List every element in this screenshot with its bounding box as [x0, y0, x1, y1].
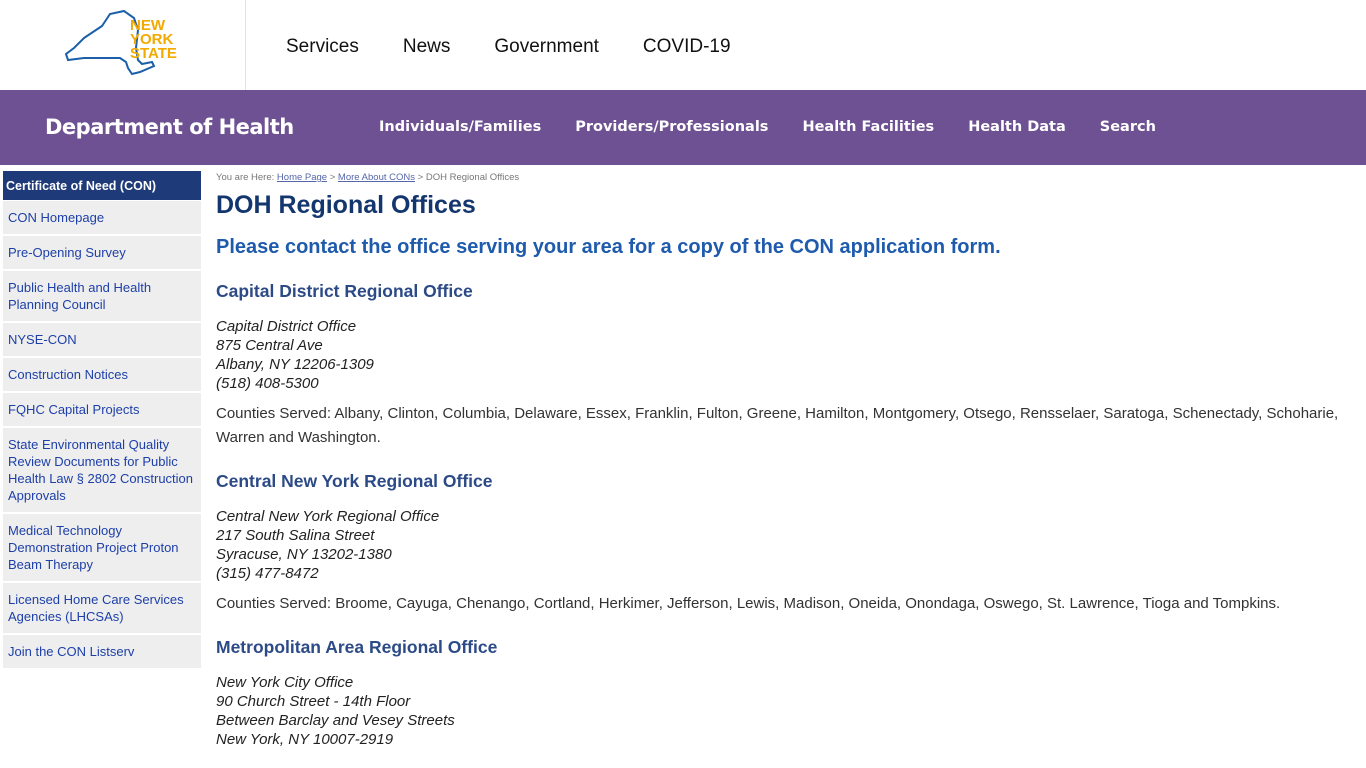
address-line: Between Barclay and Vesey Streets — [216, 712, 455, 729]
sidebar-item-proton-beam[interactable]: Medical Technology Demonstration Project… — [3, 514, 201, 583]
office-phone: (315) 477-8472 — [216, 565, 319, 582]
office-phone: (518) 408-5300 — [216, 375, 319, 392]
breadcrumb: You are Here: Home Page > More About CON… — [216, 172, 1356, 184]
address-line: 875 Central Ave — [216, 337, 323, 354]
office-title: Metropolitan Area Regional Office — [216, 637, 498, 657]
state-nav-government[interactable]: Government — [494, 36, 599, 58]
breadcrumb-sep: > — [415, 172, 426, 183]
logo-line-state: STATE — [130, 45, 177, 62]
doh-nav: Individuals/Families Providers/Professio… — [379, 119, 1156, 135]
doh-nav-individuals[interactable]: Individuals/Families — [379, 119, 541, 135]
address-line: Syracuse, NY 13202-1380 — [216, 546, 392, 563]
doh-nav-providers[interactable]: Providers/Professionals — [575, 119, 768, 135]
sidebar-item-pre-opening-survey[interactable]: Pre-Opening Survey — [3, 236, 201, 271]
state-header: NEW YORK STATE Services News Government … — [0, 0, 1366, 90]
address-line: 90 Church Street - 14th Floor — [216, 693, 411, 710]
office-address: Capital District Office 875 Central Ave … — [216, 317, 1356, 393]
office-title: Central New York Regional Office — [216, 471, 493, 491]
page-title: DOH Regional Offices — [216, 191, 476, 219]
address-line: Capital District Office — [216, 318, 357, 335]
sidebar-item-lhcsa[interactable]: Licensed Home Care Services Agencies (LH… — [3, 583, 201, 635]
sidebar-item-construction-notices[interactable]: Construction Notices — [3, 358, 201, 393]
main-content: You are Here: Home Page > More About CON… — [216, 172, 1356, 749]
office-address: Central New York Regional Office 217 Sou… — [216, 507, 1356, 583]
lead-text: Please contact the office serving your a… — [216, 236, 1001, 258]
state-nav-covid[interactable]: COVID-19 — [643, 36, 731, 58]
doh-title[interactable]: Department of Health — [45, 115, 294, 139]
sidebar-item-con-homepage[interactable]: CON Homepage — [3, 201, 201, 236]
ny-state-map-icon: NEW YORK STATE — [64, 9, 177, 76]
sidebar-item-phhpc[interactable]: Public Health and Health Planning Counci… — [3, 271, 201, 323]
office-metropolitan-area: Metropolitan Area Regional Office New Yo… — [216, 637, 1356, 749]
sidebar-item-seqr[interactable]: State Environmental Quality Review Docum… — [3, 428, 201, 514]
state-nav: Services News Government COVID-19 — [286, 36, 731, 58]
office-address: New York City Office 90 Church Street - … — [216, 673, 1356, 749]
sidebar-item-listserv[interactable]: Join the CON Listserv — [3, 635, 201, 670]
sidebar-header[interactable]: Certificate of Need (CON) — [3, 171, 201, 201]
breadcrumb-sep: > — [327, 172, 338, 183]
breadcrumb-current: DOH Regional Offices — [425, 172, 520, 183]
sidebar-item-fqhc[interactable]: FQHC Capital Projects — [3, 393, 201, 428]
doh-header-bar: Department of Health Individuals/Familie… — [0, 90, 1366, 165]
counties-served: Counties Served: Broome, Cayuga, Chenang… — [216, 595, 1281, 612]
office-capital-district: Capital District Regional Office Capital… — [216, 281, 1356, 450]
state-nav-services[interactable]: Services — [286, 36, 359, 58]
doh-nav-health-data[interactable]: Health Data — [968, 119, 1066, 135]
address-line: Albany, NY 12206-1309 — [216, 356, 374, 373]
counties-served: Counties Served: Albany, Clinton, Columb… — [216, 405, 1339, 446]
sidebar: Certificate of Need (CON) CON Homepage P… — [3, 171, 201, 670]
address-line: 217 South Salina Street — [216, 527, 375, 544]
sidebar-item-nyse-con[interactable]: NYSE-CON — [3, 323, 201, 358]
breadcrumb-prefix: You are Here: — [216, 172, 277, 183]
ny-state-logo[interactable]: NEW YORK STATE — [62, 8, 182, 78]
doh-nav-facilities[interactable]: Health Facilities — [802, 119, 934, 135]
office-title: Capital District Regional Office — [216, 281, 473, 301]
address-line: New York City Office — [216, 674, 354, 691]
address-line: Central New York Regional Office — [216, 508, 440, 525]
breadcrumb-home[interactable]: Home Page — [277, 172, 327, 183]
doh-nav-search[interactable]: Search — [1100, 119, 1156, 135]
state-nav-news[interactable]: News — [403, 36, 451, 58]
address-line: New York, NY 10007-2919 — [216, 731, 394, 748]
office-central-new-york: Central New York Regional Office Central… — [216, 471, 1356, 616]
breadcrumb-more-about-cons[interactable]: More About CONs — [338, 172, 415, 183]
header-divider — [245, 0, 246, 90]
